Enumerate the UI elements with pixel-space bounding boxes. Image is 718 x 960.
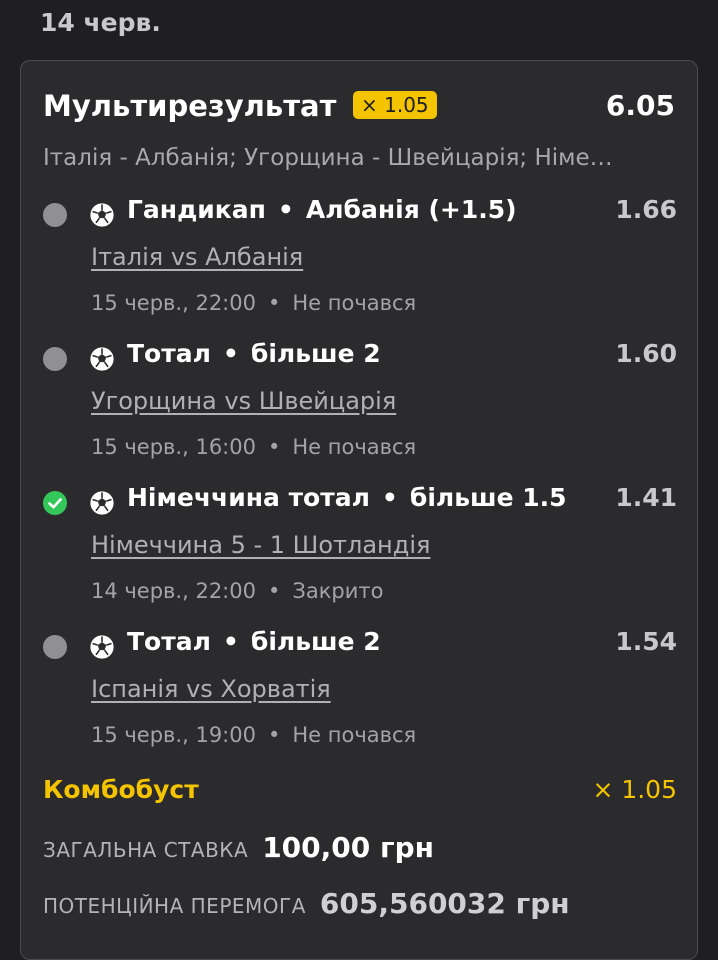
leg-selection: більше 1.5 — [409, 483, 567, 512]
combo-boost-value: × 1.05 — [592, 775, 677, 804]
date-header: 14 черв. — [40, 8, 161, 37]
leg-state: Закрито — [292, 579, 384, 603]
leg-datetime: 15 черв., 22:00 — [91, 291, 256, 315]
leg-odds: 1.66 — [615, 195, 677, 224]
potential-win-label: ПОТЕНЦІЙНА ПЕРЕМОГА — [43, 894, 306, 918]
events-summary: Італія - Албанія; Угорщина - Швейцарія; … — [43, 145, 613, 171]
leg-datetime: 15 черв., 19:00 — [91, 723, 256, 747]
leg-selection: більше 2 — [250, 627, 381, 656]
status-won-check-icon — [43, 491, 67, 515]
leg-state: Не почався — [292, 435, 417, 459]
bet-leg: Тотал • більше 2 1.60 Угорщина vs Швейцарі… — [21, 335, 697, 475]
total-odds: 6.05 — [605, 89, 675, 122]
soccer-ball-icon — [89, 490, 115, 516]
match-link[interactable]: Німеччина 5 - 1 Шотландія — [91, 531, 430, 559]
multiplier-badge: × 1.05 — [353, 91, 437, 119]
leg-state: Не почався — [292, 291, 417, 315]
leg-odds: 1.54 — [615, 627, 677, 656]
potential-win-value: 605,560032 грн — [319, 887, 570, 920]
status-pending-icon — [43, 635, 67, 659]
bet-leg: Тотал • більше 2 1.54 Іспанія vs Хорватія … — [21, 623, 697, 763]
leg-selection: більше 2 — [250, 339, 381, 368]
match-link[interactable]: Італія vs Албанія — [91, 243, 303, 271]
leg-market: Тотал — [127, 627, 211, 656]
leg-datetime: 15 черв., 16:00 — [91, 435, 256, 459]
separator-dot: • — [267, 435, 281, 459]
soccer-ball-icon — [89, 346, 115, 372]
bet-leg: Німеччина тотал • більше 1.5 1.41 Німеччин… — [21, 479, 697, 619]
potential-win-row: ПОТЕНЦІЙНА ПЕРЕМОГА 605,560032 грн — [43, 887, 570, 920]
bet-card[interactable]: Мультирезультат × 1.05 6.05 Італія - Алб… — [20, 60, 698, 960]
bet-leg: Гандикап • Албанія (+1.5) 1.66 Італія vs А… — [21, 191, 697, 331]
leg-state: Не почався — [292, 723, 417, 747]
separator-dot: • — [267, 291, 281, 315]
leg-market: Німеччина тотал — [127, 483, 370, 512]
separator-dot: • — [222, 627, 239, 656]
bet-header: Мультирезультат × 1.05 6.05 — [43, 89, 675, 129]
leg-datetime: 14 черв., 22:00 — [91, 579, 256, 603]
leg-selection: Албанія (+1.5) — [305, 195, 517, 224]
status-pending-icon — [43, 347, 67, 371]
status-pending-icon — [43, 203, 67, 227]
leg-market: Тотал — [127, 339, 211, 368]
separator-dot: • — [222, 339, 239, 368]
separator-dot: • — [277, 195, 294, 224]
stake-label: ЗАГАЛЬНА СТАВКА — [43, 838, 249, 862]
separator-dot: • — [267, 579, 281, 603]
leg-market: Гандикап — [127, 195, 266, 224]
soccer-ball-icon — [89, 202, 115, 228]
separator-dot: • — [381, 483, 398, 512]
match-link[interactable]: Угорщина vs Швейцарія — [91, 387, 396, 415]
bet-title: Мультирезультат — [43, 89, 337, 123]
separator-dot: • — [267, 723, 281, 747]
match-link[interactable]: Іспанія vs Хорватія — [91, 675, 331, 703]
combo-boost-label: Комбобуст — [43, 775, 199, 804]
stake-row: ЗАГАЛЬНА СТАВКА 100,00 грн — [43, 831, 434, 864]
soccer-ball-icon — [89, 634, 115, 660]
stake-value: 100,00 грн — [262, 831, 435, 864]
leg-odds: 1.60 — [615, 339, 677, 368]
leg-odds: 1.41 — [615, 483, 677, 512]
